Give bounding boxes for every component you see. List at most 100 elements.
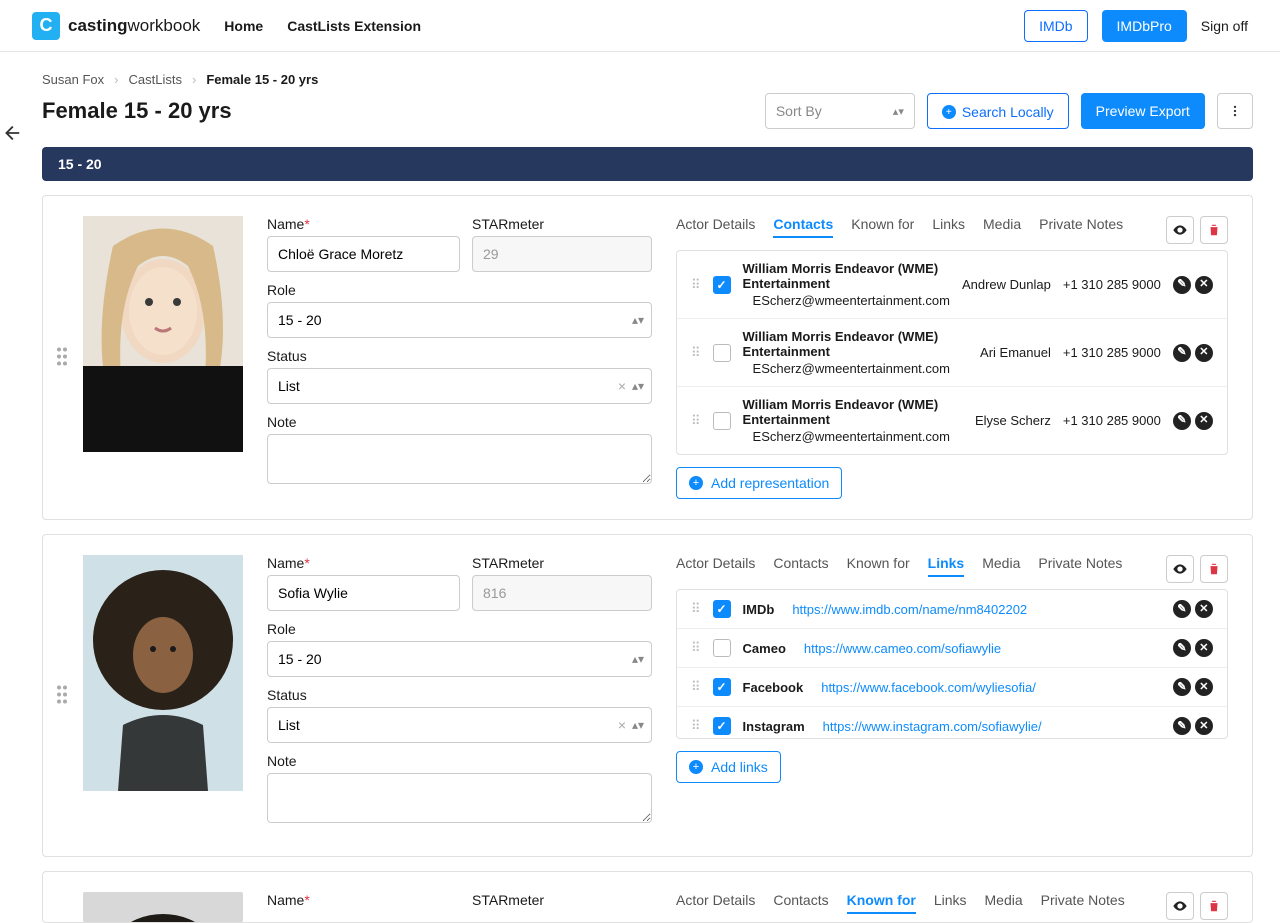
crumb-user[interactable]: Susan Fox (42, 72, 104, 87)
tab-actor-details[interactable]: Actor Details (676, 892, 755, 914)
preview-export-button[interactable]: Preview Export (1081, 93, 1205, 129)
contact-checkbox[interactable] (713, 344, 731, 362)
edit-icon[interactable]: ✎ (1173, 717, 1191, 735)
tab-known-for[interactable]: Known for (851, 216, 914, 238)
link-row: ⠿Instagramhttps://www.instagram.com/sofi… (677, 707, 1227, 739)
sort-caret-icon: ▴▾ (893, 105, 904, 118)
name-input[interactable] (267, 575, 460, 611)
tab-contacts[interactable]: Contacts (773, 216, 833, 238)
grip-icon[interactable]: ⠿ (691, 601, 701, 617)
grip-icon[interactable]: ⠿ (691, 345, 701, 361)
visibility-button[interactable] (1166, 216, 1194, 244)
actor-card: Name* STARmeter Actor Details Contacts K… (42, 871, 1253, 923)
grip-icon[interactable]: ⠿ (691, 718, 701, 734)
nav-home[interactable]: Home (224, 18, 263, 34)
visibility-button[interactable] (1166, 555, 1194, 583)
edit-icon[interactable]: ✎ (1173, 344, 1191, 362)
tab-contacts[interactable]: Contacts (773, 555, 828, 577)
clear-icon[interactable]: × (618, 378, 626, 394)
brand-text: castingworkbook (68, 16, 200, 36)
clear-icon[interactable]: × (618, 717, 626, 733)
role-select[interactable] (267, 302, 652, 338)
actor-card: Name* STARmeter Role ▴▾ Status ×▴▾ Note … (42, 195, 1253, 520)
visibility-button[interactable] (1166, 892, 1194, 920)
nav-castlists-extension[interactable]: CastLists Extension (287, 18, 421, 34)
delete-button[interactable] (1200, 216, 1228, 244)
drag-handle-icon[interactable] (55, 345, 69, 370)
starmeter-label: STARmeter (472, 555, 652, 571)
tab-private-notes[interactable]: Private Notes (1041, 892, 1125, 914)
link-checkbox[interactable] (713, 678, 731, 696)
name-input[interactable] (267, 236, 460, 272)
link-url[interactable]: https://www.instagram.com/sofiawylie/ (823, 719, 1042, 734)
remove-icon[interactable]: ✕ (1195, 276, 1213, 294)
tab-media[interactable]: Media (983, 216, 1021, 238)
imdbpro-button[interactable]: IMDbPro (1102, 10, 1187, 42)
sort-by-select[interactable]: Sort By ▴▾ (765, 93, 915, 129)
remove-icon[interactable]: ✕ (1195, 639, 1213, 657)
name-label: Name* (267, 216, 460, 232)
link-label: Facebook (743, 680, 804, 695)
tab-media[interactable]: Media (985, 892, 1023, 914)
contact-checkbox[interactable] (713, 412, 731, 430)
note-textarea[interactable] (267, 434, 652, 484)
eye-icon (1172, 898, 1188, 914)
trash-icon (1207, 562, 1221, 576)
link-checkbox[interactable] (713, 717, 731, 735)
crumb-castlists[interactable]: CastLists (129, 72, 182, 87)
tab-actor-details[interactable]: Actor Details (676, 555, 755, 577)
status-select[interactable] (267, 368, 652, 404)
drag-handle-icon[interactable] (55, 683, 69, 708)
grip-icon[interactable]: ⠿ (691, 413, 701, 429)
tab-known-for[interactable]: Known for (847, 555, 910, 577)
remove-icon[interactable]: ✕ (1195, 717, 1213, 735)
edit-icon[interactable]: ✎ (1173, 678, 1191, 696)
grip-icon[interactable]: ⠿ (691, 640, 701, 656)
add-links-button[interactable]: +Add links (676, 751, 781, 783)
tab-private-notes[interactable]: Private Notes (1038, 555, 1122, 577)
note-textarea[interactable] (267, 773, 652, 823)
remove-icon[interactable]: ✕ (1195, 344, 1213, 362)
tab-known-for[interactable]: Known for (847, 892, 916, 914)
role-select[interactable] (267, 641, 652, 677)
link-label: IMDb (743, 602, 775, 617)
edit-icon[interactable]: ✎ (1173, 639, 1191, 657)
link-url[interactable]: https://www.cameo.com/sofiawylie (804, 641, 1001, 656)
signoff-link[interactable]: Sign off (1201, 18, 1248, 34)
grip-icon[interactable]: ⠿ (691, 277, 701, 293)
status-select[interactable] (267, 707, 652, 743)
search-locally-button[interactable]: +Search Locally (927, 93, 1069, 129)
add-representation-button[interactable]: +Add representation (676, 467, 842, 499)
back-arrow-icon[interactable] (0, 122, 22, 147)
grip-icon[interactable]: ⠿ (691, 679, 701, 695)
tab-links[interactable]: Links (928, 555, 965, 577)
link-checkbox[interactable] (713, 639, 731, 657)
link-checkbox[interactable] (713, 600, 731, 618)
tab-links[interactable]: Links (934, 892, 967, 914)
delete-button[interactable] (1200, 555, 1228, 583)
starmeter-label: STARmeter (472, 216, 652, 232)
tab-actor-details[interactable]: Actor Details (676, 216, 755, 238)
section-header: 15 - 20 (42, 147, 1253, 181)
contact-checkbox[interactable] (713, 276, 731, 294)
remove-icon[interactable]: ✕ (1195, 600, 1213, 618)
edit-icon[interactable]: ✎ (1173, 600, 1191, 618)
imdb-button[interactable]: IMDb (1024, 10, 1087, 42)
link-url[interactable]: https://www.imdb.com/name/nm8402202 (792, 602, 1027, 617)
chevron-down-icon: ▴▾ (632, 379, 644, 393)
remove-icon[interactable]: ✕ (1195, 678, 1213, 696)
tab-contacts[interactable]: Contacts (773, 892, 828, 914)
contact-person: Andrew Dunlap (962, 277, 1051, 292)
role-label: Role (267, 282, 652, 298)
delete-button[interactable] (1200, 892, 1228, 920)
more-menu-button[interactable] (1217, 93, 1253, 129)
tab-links[interactable]: Links (932, 216, 965, 238)
remove-icon[interactable]: ✕ (1195, 412, 1213, 430)
edit-icon[interactable]: ✎ (1173, 412, 1191, 430)
brand-mark-icon: C (32, 12, 60, 40)
tab-private-notes[interactable]: Private Notes (1039, 216, 1123, 238)
link-url[interactable]: https://www.facebook.com/wyliesofia/ (821, 680, 1036, 695)
contact-person: Ari Emanuel (980, 345, 1051, 360)
tab-media[interactable]: Media (982, 555, 1020, 577)
edit-icon[interactable]: ✎ (1173, 276, 1191, 294)
